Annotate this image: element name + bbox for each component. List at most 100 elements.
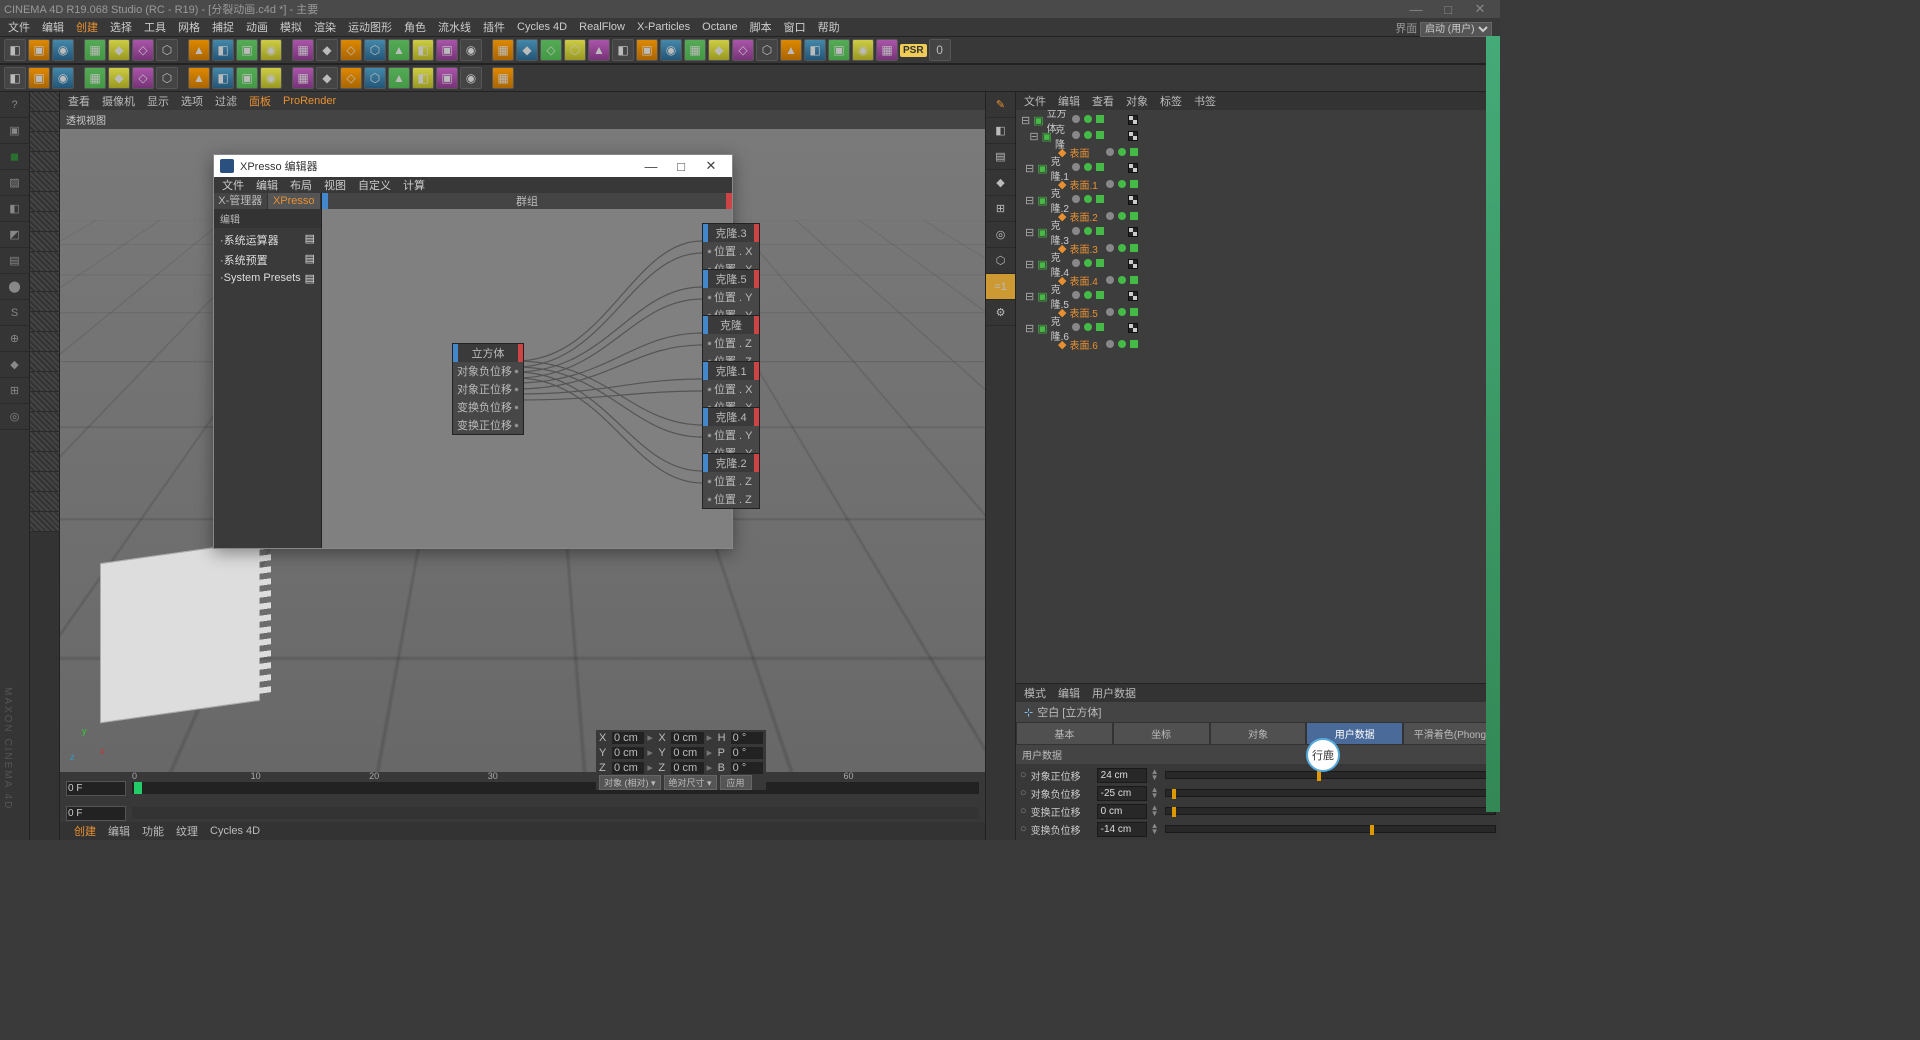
left-tool-button[interactable]: ◼ (0, 144, 29, 170)
enable-check[interactable] (1096, 291, 1104, 299)
toolbar-button[interactable]: ◉ (660, 39, 682, 61)
enable-check[interactable] (1130, 340, 1138, 348)
menu-选择[interactable]: 选择 (110, 19, 132, 35)
tree-row[interactable]: ◆表面.4 (1018, 272, 1498, 288)
input-port[interactable] (707, 341, 712, 346)
toolbar-button[interactable]: ▣ (28, 39, 50, 61)
toolbar-button[interactable]: ◆ (316, 67, 338, 89)
snap-button[interactable] (30, 372, 59, 392)
xpresso-menu-计算[interactable]: 计算 (403, 177, 425, 193)
toolbar-button[interactable]: ▣ (28, 67, 50, 89)
right-tool-button[interactable]: ⊞ (986, 196, 1015, 222)
timeline-current-field[interactable] (66, 806, 126, 821)
right-tool-button[interactable]: ⬡ (986, 248, 1015, 274)
expand-icon[interactable]: ⊟ (1025, 162, 1034, 175)
spinner-icon[interactable]: ▲▼ (1151, 787, 1161, 799)
preset-item[interactable]: ·系统运算器 (220, 232, 279, 248)
timeline-playhead[interactable] (134, 782, 142, 794)
coord-field[interactable]: 0 ° (731, 762, 763, 774)
input-port[interactable] (707, 479, 712, 484)
objmgr-menu-对象[interactable]: 对象 (1126, 93, 1148, 109)
toolbar-button[interactable]: ⬡ (756, 39, 778, 61)
tree-row[interactable]: ◆表面 (1018, 144, 1498, 160)
attr-tab-对象[interactable]: 对象 (1210, 722, 1307, 745)
menu-窗口[interactable]: 窗口 (784, 19, 806, 35)
menu-文件[interactable]: 文件 (8, 19, 30, 35)
enable-check[interactable] (1096, 259, 1104, 267)
menu-动画[interactable]: 动画 (246, 19, 268, 35)
snap-button[interactable] (30, 172, 59, 192)
layer-dot[interactable] (1106, 308, 1114, 316)
toolbar-button[interactable]: ◉ (260, 39, 282, 61)
left-tool-button[interactable]: ◧ (0, 196, 29, 222)
tree-row[interactable]: ⊟▣克隆.3 (1018, 224, 1498, 240)
layer-dot[interactable] (1106, 148, 1114, 156)
vis-dot[interactable] (1084, 259, 1092, 267)
tree-row[interactable]: ⊟▣克隆.4 (1018, 256, 1498, 272)
xpresso-titlebar[interactable]: XPresso 编辑器 — □ ✕ (214, 155, 732, 177)
coord-field[interactable]: 0 ° (731, 747, 763, 759)
snap-button[interactable] (30, 272, 59, 292)
snap-button[interactable] (30, 432, 59, 452)
toolbar-button[interactable]: ◧ (4, 67, 26, 89)
menu-帮助[interactable]: 帮助 (818, 19, 840, 35)
menu-RealFlow[interactable]: RealFlow (579, 21, 625, 33)
attr-slider[interactable] (1165, 807, 1496, 815)
menu-模拟[interactable]: 模拟 (280, 19, 302, 35)
timeline-track[interactable]: 0102030405060 (132, 782, 979, 794)
vis-dot[interactable] (1118, 308, 1126, 316)
output-port[interactable] (514, 387, 519, 392)
xpresso-preset-list[interactable]: ·系统运算器▤·系统预置▤·System Presets▤ (214, 228, 321, 289)
material-tab-编辑[interactable]: 编辑 (108, 823, 130, 839)
attr-tab-基本[interactable]: 基本 (1016, 722, 1113, 745)
viewport-menu-过滤[interactable]: 过滤 (215, 93, 237, 109)
xpresso-minimize[interactable]: — (636, 159, 666, 174)
toolbar-button[interactable]: ◆ (708, 39, 730, 61)
material-tab-Cycles 4D[interactable]: Cycles 4D (210, 825, 260, 837)
input-port[interactable] (707, 249, 712, 254)
expand-icon[interactable]: ⊟ (1029, 130, 1038, 143)
coord-field[interactable]: 0 ° (731, 732, 763, 744)
enable-check[interactable] (1096, 163, 1104, 171)
xpresso-close[interactable]: ✕ (696, 158, 726, 174)
layer-dot[interactable] (1106, 340, 1114, 348)
spinner-icon[interactable]: ▲▼ (1151, 805, 1161, 817)
attr-menu-编辑[interactable]: 编辑 (1058, 685, 1080, 701)
xpresso-tag-icon[interactable] (1128, 291, 1138, 301)
vis-dot[interactable] (1084, 227, 1092, 235)
objmgr-menu-编辑[interactable]: 编辑 (1058, 93, 1080, 109)
objmgr-menu-书签[interactable]: 书签 (1194, 93, 1216, 109)
toolbar-button[interactable]: ▦ (684, 39, 706, 61)
right-tool-button[interactable]: ◆ (986, 170, 1015, 196)
vis-dot[interactable] (1084, 131, 1092, 139)
attr-value-field[interactable]: 0 cm (1097, 804, 1147, 819)
menu-Octane[interactable]: Octane (702, 21, 737, 33)
toolbar-button[interactable]: ▦ (84, 39, 106, 61)
snap-button[interactable] (30, 152, 59, 172)
material-tab-纹理[interactable]: 纹理 (176, 823, 198, 839)
snap-button[interactable] (30, 232, 59, 252)
xpresso-menu-编辑[interactable]: 编辑 (256, 177, 278, 193)
toolbar-button[interactable]: ▣ (236, 39, 258, 61)
toolbar-button[interactable]: ◉ (260, 67, 282, 89)
xpresso-menu-视图[interactable]: 视图 (324, 177, 346, 193)
toolbar-button[interactable]: ▲ (388, 67, 410, 89)
toolbar-button[interactable]: ▣ (828, 39, 850, 61)
toolbar-button[interactable]: ◉ (460, 67, 482, 89)
attr-slider[interactable] (1165, 789, 1496, 797)
toolbar-button[interactable]: ▦ (492, 67, 514, 89)
xpresso-window[interactable]: XPresso 编辑器 — □ ✕ 文件编辑布局视图自定义计算 X-管理器XPr… (213, 154, 733, 549)
menu-创建[interactable]: 创建 (76, 19, 98, 35)
tree-row[interactable]: ⊟▣克隆.6 (1018, 320, 1498, 336)
enable-check[interactable] (1130, 148, 1138, 156)
vis-dot[interactable] (1118, 180, 1126, 188)
toolbar-button[interactable]: ▲ (188, 39, 210, 61)
vis-dot[interactable] (1084, 195, 1092, 203)
enable-check[interactable] (1096, 323, 1104, 331)
expand-icon[interactable]: ⊟ (1025, 322, 1034, 335)
attr-menu-模式[interactable]: 模式 (1024, 685, 1046, 701)
output-port[interactable] (514, 405, 519, 410)
spinner-icon[interactable]: ▲▼ (1151, 823, 1161, 835)
layout-switcher[interactable]: 界面 启动 (用户) (1395, 20, 1492, 37)
toolbar-button[interactable]: ▲ (588, 39, 610, 61)
